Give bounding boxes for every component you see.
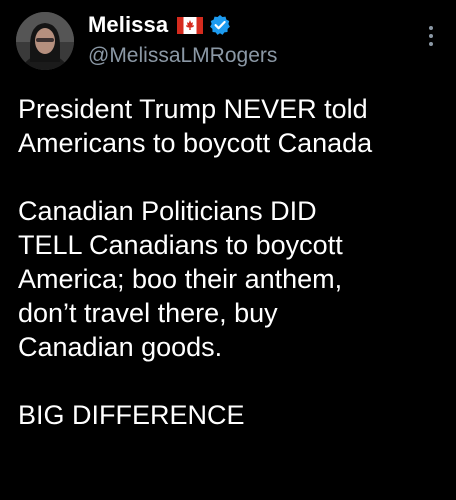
avatar[interactable] (16, 12, 74, 70)
more-dot (429, 34, 433, 38)
canada-flag-icon (177, 16, 204, 34)
more-options-icon[interactable] (428, 26, 434, 50)
tweet-paragraph: Canadian Politicians DID TELL Canadians … (18, 196, 343, 362)
tweet-card: Melissa @MelissaLMRogers President Trump… (0, 0, 456, 500)
tweet-text: President Trump NEVER told Americans to … (18, 92, 448, 432)
tweet-paragraph: BIG DIFFERENCE (18, 400, 245, 430)
verified-badge-icon (209, 14, 231, 36)
author-info: Melissa @MelissaLMRogers (88, 10, 416, 70)
tweet-paragraph: President Trump NEVER told Americans to … (18, 94, 373, 158)
name-row: Melissa (88, 10, 416, 40)
more-dot (429, 42, 433, 46)
display-name[interactable]: Melissa (88, 10, 168, 40)
more-dot (429, 26, 433, 30)
user-handle[interactable]: @MelissaLMRogers (88, 42, 416, 70)
